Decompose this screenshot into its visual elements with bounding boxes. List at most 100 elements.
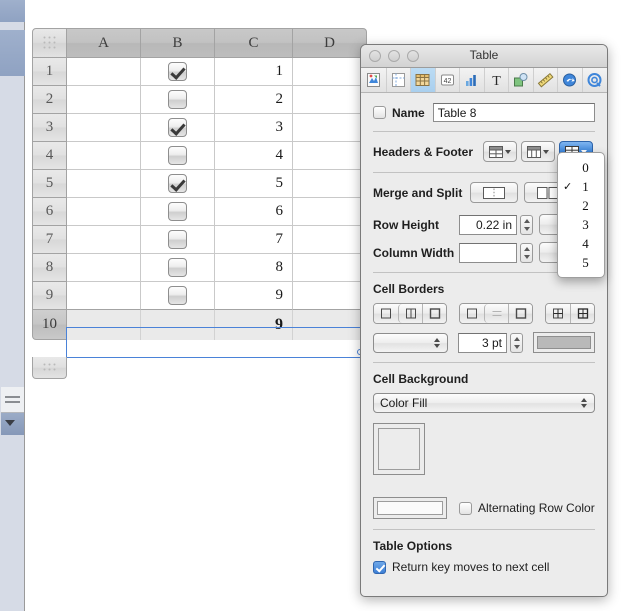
cell-c2[interactable]: 2 [215, 86, 293, 114]
row-header[interactable]: 1 [32, 58, 67, 86]
merge-cells-button[interactable] [470, 182, 519, 203]
border-inner-grid-button[interactable] [546, 304, 570, 323]
name-checkbox[interactable] [373, 106, 386, 119]
tab-document[interactable] [362, 68, 387, 92]
footer-cell-c[interactable]: 9 [215, 310, 293, 340]
cell-c1[interactable]: 1 [215, 58, 293, 86]
cell-c3[interactable]: 3 [215, 114, 293, 142]
sidebar-selected-sheet-row[interactable] [1, 413, 24, 435]
cell-fill-type-select[interactable]: Color Fill [373, 393, 595, 413]
border-horizontal-button[interactable] [484, 304, 508, 323]
row-height-input[interactable]: 0.22 in [459, 214, 517, 235]
border-color-swatch[interactable] [533, 332, 595, 353]
border-top-button[interactable] [460, 304, 484, 323]
header-columns-button[interactable] [521, 141, 556, 162]
cell-d8[interactable] [293, 254, 367, 282]
tab-metrics[interactable] [534, 68, 558, 92]
cell-c5[interactable]: 5 [215, 170, 293, 198]
row-header[interactable]: 2 [32, 86, 67, 114]
cell-a6[interactable] [67, 198, 141, 226]
cell-b5[interactable] [141, 170, 215, 198]
tab-graphic[interactable] [509, 68, 534, 92]
row-header-footer[interactable]: 10 [32, 310, 67, 340]
row-header[interactable]: 7 [32, 226, 67, 254]
dropdown-option[interactable]: 5 [558, 253, 604, 272]
sidebar-sheet-icon[interactable] [1, 387, 24, 413]
column-width-stepper[interactable] [520, 242, 533, 263]
cell-checkbox[interactable] [168, 230, 187, 249]
border-bottom-button[interactable] [508, 304, 532, 323]
border-width-input[interactable]: 3 pt [457, 332, 507, 353]
cell-b2[interactable] [141, 86, 215, 114]
border-width-stepper[interactable] [510, 332, 523, 353]
cell-a4[interactable] [67, 142, 141, 170]
dropdown-option[interactable]: 3 [558, 215, 604, 234]
border-none-button[interactable] [374, 304, 398, 323]
cell-checkbox[interactable] [168, 118, 187, 137]
tab-layout[interactable] [387, 68, 411, 92]
cell-a3[interactable] [67, 114, 141, 142]
cell-c6[interactable]: 6 [215, 198, 293, 226]
column-header-d[interactable]: D [293, 28, 367, 58]
return-key-checkbox[interactable] [373, 560, 386, 574]
tab-chart[interactable] [460, 68, 485, 92]
cell-d6[interactable] [293, 198, 367, 226]
row-header[interactable]: 4 [32, 142, 67, 170]
table-name-input[interactable]: Table 8 [432, 103, 595, 122]
footer-cell-d[interactable] [293, 310, 367, 340]
cell-checkbox[interactable] [168, 286, 187, 305]
dropdown-option-selected[interactable]: ✓ 1 [558, 177, 604, 196]
footer-rows-dropdown-menu[interactable]: 0 ✓ 1 2 3 4 5 [557, 152, 605, 278]
stepper-up-icon[interactable] [523, 246, 530, 251]
alternating-row-color-swatch[interactable] [373, 497, 447, 519]
cell-checkbox[interactable] [168, 174, 187, 193]
header-rows-button[interactable] [483, 141, 518, 162]
cell-c4[interactable]: 4 [215, 142, 293, 170]
border-all-grid-button[interactable] [570, 304, 594, 323]
cell-a7[interactable] [67, 226, 141, 254]
column-header-c[interactable]: C [215, 28, 293, 58]
cell-a1[interactable] [67, 58, 141, 86]
cell-checkbox[interactable] [168, 202, 187, 221]
cell-d1[interactable] [293, 58, 367, 86]
row-height-stepper[interactable] [520, 214, 533, 235]
cell-checkbox[interactable] [168, 258, 187, 277]
cell-checkbox[interactable] [168, 146, 187, 165]
cell-b3[interactable] [141, 114, 215, 142]
stepper-down-icon[interactable] [523, 226, 530, 231]
cell-d5[interactable] [293, 170, 367, 198]
column-header-b[interactable]: B [141, 28, 215, 58]
cell-b1[interactable] [141, 58, 215, 86]
tab-cells[interactable]: 42 [436, 68, 460, 92]
alternating-row-checkbox[interactable] [459, 501, 472, 515]
cell-c9[interactable]: 9 [215, 282, 293, 310]
border-vertical-button[interactable] [398, 304, 422, 323]
dropdown-option[interactable]: 2 [558, 196, 604, 215]
cell-d3[interactable] [293, 114, 367, 142]
cell-d7[interactable] [293, 226, 367, 254]
cell-a9[interactable] [67, 282, 141, 310]
cell-b8[interactable] [141, 254, 215, 282]
row-header[interactable]: 9 [32, 282, 67, 310]
inspector-titlebar[interactable]: Table [361, 45, 607, 68]
cell-checkbox[interactable] [168, 62, 187, 81]
stepper-up-icon[interactable] [513, 336, 520, 341]
border-stroke-select[interactable] [373, 332, 448, 353]
row-header[interactable]: 6 [32, 198, 67, 226]
tab-quicktime[interactable] [583, 68, 607, 92]
tab-table[interactable] [411, 68, 436, 92]
cell-d2[interactable] [293, 86, 367, 114]
cell-checkbox[interactable] [168, 90, 187, 109]
cell-a2[interactable] [67, 86, 141, 114]
table-corner-handle[interactable] [32, 28, 67, 58]
row-header[interactable]: 3 [32, 114, 67, 142]
tab-link[interactable] [558, 68, 583, 92]
dropdown-option[interactable]: 0 [558, 158, 604, 177]
table-bottom-grip[interactable] [32, 357, 67, 379]
footer-cell-b[interactable] [141, 310, 215, 340]
cell-a5[interactable] [67, 170, 141, 198]
cell-c7[interactable]: 7 [215, 226, 293, 254]
dropdown-option[interactable]: 4 [558, 234, 604, 253]
cell-fill-color-swatch[interactable] [373, 423, 425, 475]
cell-b4[interactable] [141, 142, 215, 170]
